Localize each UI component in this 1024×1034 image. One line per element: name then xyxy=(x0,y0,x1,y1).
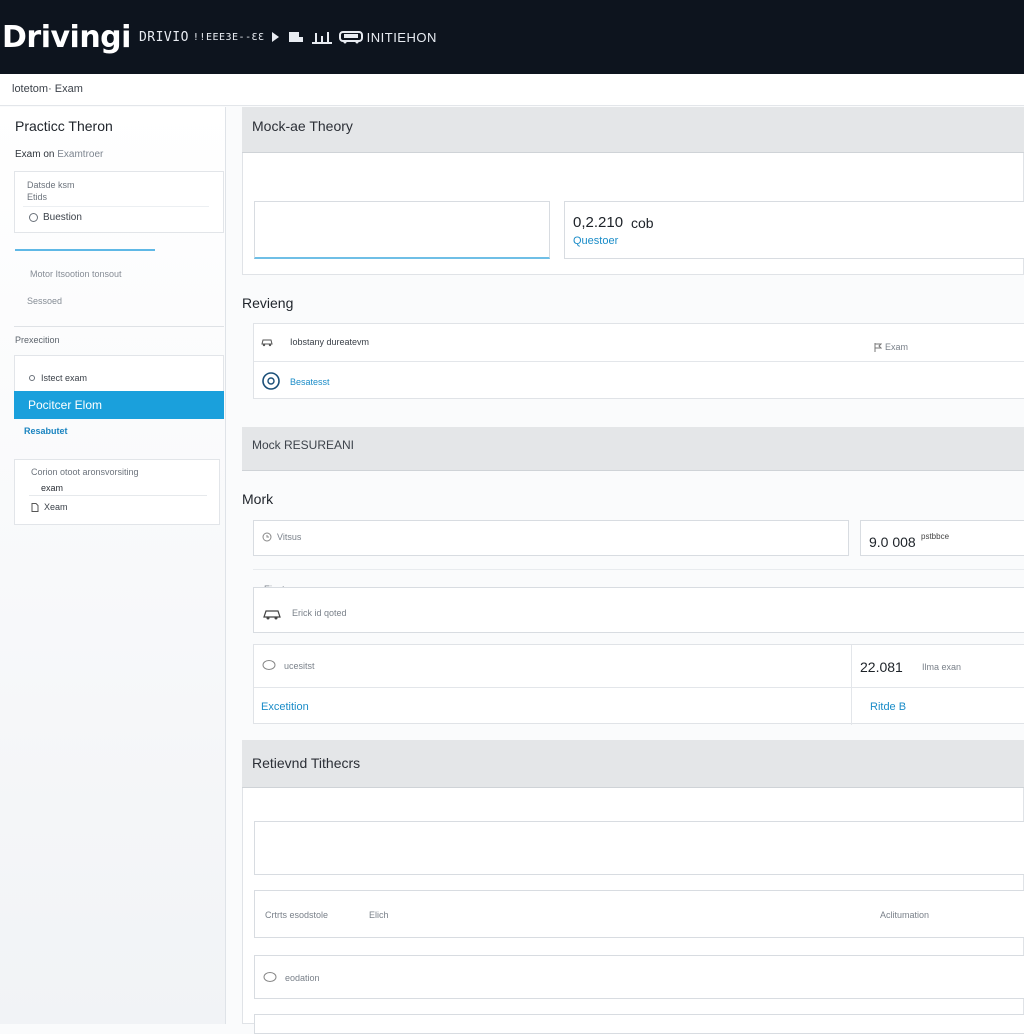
question-count-value: 0,2.210 xyxy=(573,214,624,231)
bullet-icon xyxy=(29,375,35,381)
sidebar-subtitle-muted: Examtroer xyxy=(57,149,104,160)
sidebar-title: Practicc Theron xyxy=(15,118,113,134)
car-icon xyxy=(261,339,273,347)
bubble-icon xyxy=(262,660,276,670)
review-row-text[interactable]: Iobstany dureatevm xyxy=(290,337,369,347)
theory-row-2[interactable]: eodation xyxy=(254,955,1024,999)
arrow-icon xyxy=(271,32,279,42)
review-panel: Iobstany dureatevm Exam Besatesst xyxy=(253,323,1024,399)
review-row-exam-label: Exam xyxy=(885,342,909,352)
app-header: Drivingi DRIVIO !!EEE3E--ƐƐ INITIEHON xyxy=(0,0,1024,74)
stats-panel: 0,2.210 cob Questoer xyxy=(242,153,1024,275)
theory-input-field[interactable] xyxy=(254,821,1024,875)
card-line-1: Datsde ksm Etids xyxy=(27,179,75,203)
results-row-text: ucesitst xyxy=(284,660,315,671)
sidebar: Practicc Theron Exam on Examtroer Datsde… xyxy=(0,107,226,1024)
divider xyxy=(254,687,1024,688)
sidebar-item-question-label: Buestion xyxy=(43,212,82,223)
quiz-field-text: Erick id qoted xyxy=(292,608,347,618)
breadcrumb[interactable]: lotetom· Exam xyxy=(12,83,83,95)
section-title-review: Revieng xyxy=(242,295,294,311)
results-panel: ucesitst 22.081 Ilma exan Excetition Rit… xyxy=(253,644,1024,725)
divider xyxy=(254,361,1024,362)
review-link[interactable]: Besatesst xyxy=(290,377,330,387)
flag-icon xyxy=(874,342,882,352)
divider xyxy=(23,206,209,207)
mark-input-field[interactable]: Vitsus xyxy=(253,520,849,556)
progress-field[interactable] xyxy=(254,201,550,259)
card-line-1-text: Datsde ksm xyxy=(27,180,75,190)
brand-logo-text[interactable]: Drivingi xyxy=(2,20,131,55)
mark-score-box: 9.0 008 pstbbce xyxy=(860,520,1024,556)
theory-panel: Crtrts esodstole Elich Aclitumation eoda… xyxy=(242,788,1024,1034)
card-line-2: exam xyxy=(41,483,64,493)
brand-right-label: INITIEHON xyxy=(366,29,437,45)
results-score-caption: Ilma exan xyxy=(922,662,962,672)
section-header-mock-theory: Mock-ae Theory xyxy=(242,107,1024,153)
results-link-execution[interactable]: Excetition xyxy=(261,701,309,713)
mark-input-text: Vitsus xyxy=(277,532,302,542)
mark-input-content: Vitsus xyxy=(262,532,301,542)
divider xyxy=(14,326,224,327)
section-title: Retievnd Tithecrs xyxy=(252,755,361,771)
card-line-2-text: Etids xyxy=(27,192,48,202)
question-counter-field: 0,2.210 cob Questoer xyxy=(564,201,1024,259)
theory-row-3[interactable] xyxy=(254,1014,1024,1034)
sidebar-section-label: Prexecition xyxy=(15,335,60,345)
bubble-icon xyxy=(263,972,277,982)
sidebar-item-exam-label: Xeam xyxy=(44,502,68,512)
sidebar-item-question[interactable]: Buestion xyxy=(29,212,82,223)
sidebar-card-exam: Corion otoot aronsvorsiting exam Xeam xyxy=(14,459,220,525)
sidebar-item-session[interactable]: Sessoed xyxy=(27,296,62,306)
divider xyxy=(253,569,1024,570)
theory-row-1[interactable]: Crtrts esodstole Elich Aclitumation xyxy=(254,890,1024,938)
sidebar-item-exam[interactable]: Xeam xyxy=(31,502,68,512)
radio-icon xyxy=(29,213,38,222)
car-front-icon xyxy=(288,32,303,42)
mark-score-value: 9.0 008 xyxy=(869,534,916,550)
brand-subtitle: DRIVIO xyxy=(138,29,189,45)
progress-accent-line xyxy=(15,249,155,251)
sidebar-link-results[interactable]: Resabutet xyxy=(24,426,68,436)
document-icon xyxy=(31,502,39,512)
mark-score-caption: pstbbce xyxy=(921,532,950,541)
section-title: Mock-ae Theory xyxy=(252,118,353,134)
sidebar-item-select-exam-label: Istect exam xyxy=(41,373,88,383)
brand-tagline: !!EEE3E--ƐƐ xyxy=(192,31,265,43)
question-count-unit: cob xyxy=(631,215,654,231)
divider xyxy=(29,495,207,496)
section-header-mock-result: Mock RESUREANI xyxy=(242,427,1024,471)
sidebar-item-motor[interactable]: Motor Itsootion tonsout xyxy=(30,269,122,279)
theory-row-2-text: eodation xyxy=(285,972,320,983)
results-row-item[interactable]: ucesitst xyxy=(262,660,315,671)
road-icon xyxy=(311,32,332,44)
section-header-retrieved-theory: Retievnd Tithecrs xyxy=(242,740,1024,788)
theory-row-1-right: Aclitumation xyxy=(880,910,930,920)
question-count-label: Questoer xyxy=(573,235,619,247)
car-icon xyxy=(263,610,281,620)
clock-icon xyxy=(262,532,272,542)
sidebar-subtitle: Exam on Examtroer xyxy=(15,149,103,160)
card-line-1: Corion otoot aronsvorsiting xyxy=(31,467,139,477)
sidebar-item-active[interactable]: Pocitcer Elom xyxy=(14,391,224,419)
sidebar-card-select: Istect exam xyxy=(14,355,224,391)
section-title: Mock RESUREANI xyxy=(252,438,355,452)
divider-vertical xyxy=(851,645,852,725)
steering-wheel-icon xyxy=(262,372,280,390)
sidebar-subtitle-bold: Exam on xyxy=(15,149,55,160)
sidebar-item-select-exam[interactable]: Istect exam xyxy=(29,373,87,383)
theory-row-1-text: Crtrts esodstole xyxy=(265,910,329,920)
review-row-exam[interactable]: Exam xyxy=(874,342,908,352)
results-link-ride[interactable]: Ritde B xyxy=(870,701,906,713)
theory-row-1-mid: Elich xyxy=(369,910,389,920)
quiz-field[interactable]: Erick id qoted xyxy=(253,587,1024,633)
brand-icons xyxy=(271,30,363,44)
main-content: Mock-ae Theory 0,2.210 cob Questoer Revi… xyxy=(242,107,1024,1034)
theory-row-2-content: eodation xyxy=(263,972,320,983)
results-score-value: 22.081 xyxy=(860,659,903,675)
sidebar-card-questions[interactable]: Datsde ksm Etids Buestion xyxy=(14,171,224,233)
bus-icon xyxy=(338,31,363,44)
section-title-mark: Mork xyxy=(242,491,274,507)
breadcrumb-bar: lotetom· Exam xyxy=(0,74,1024,106)
